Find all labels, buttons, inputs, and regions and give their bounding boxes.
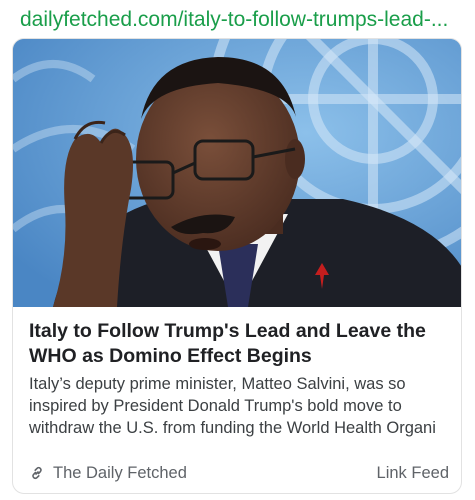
- article-card[interactable]: Italy to Follow Trump's Lead and Leave t…: [12, 38, 462, 494]
- article-url-link[interactable]: dailyfetched.com/italy-to-follow-trumps-…: [20, 6, 460, 34]
- article-footer: The Daily Fetched Link Feed: [29, 461, 449, 485]
- link-icon: [29, 465, 45, 481]
- link-feed-button[interactable]: Link Feed: [377, 464, 449, 483]
- article-photo-image: [13, 39, 461, 307]
- article-source[interactable]: The Daily Fetched: [29, 464, 187, 483]
- source-name: The Daily Fetched: [53, 463, 187, 482]
- article-photo[interactable]: [13, 39, 461, 307]
- article-snippet: Italy’s deputy prime minister, Matteo Sa…: [29, 375, 436, 437]
- article-headline[interactable]: Italy to Follow Trump's Lead and Leave t…: [29, 319, 449, 369]
